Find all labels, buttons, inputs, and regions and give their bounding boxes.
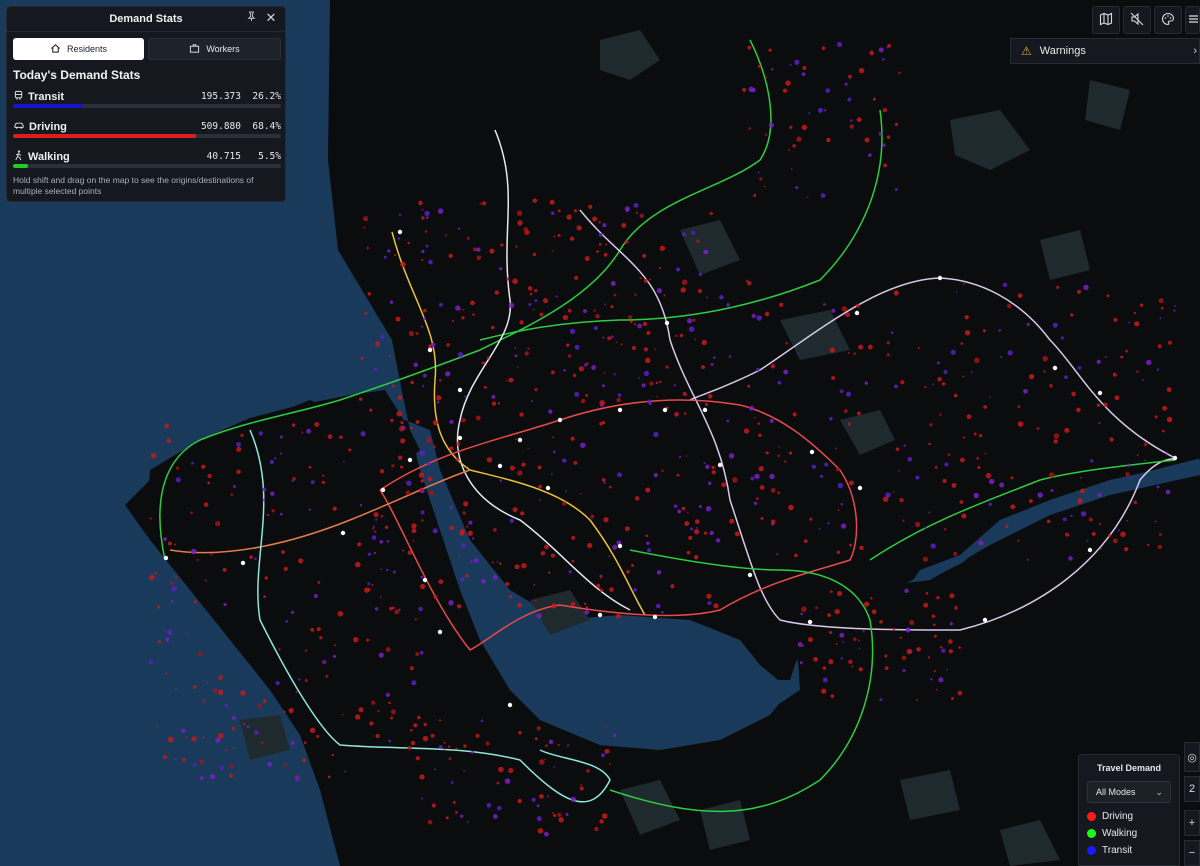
legend-label: Walking (1102, 828, 1138, 839)
stat-value: 40.715 (206, 151, 241, 162)
mute-icon (1130, 12, 1144, 29)
section-title: Today's Demand Stats (13, 68, 141, 82)
stat-label: Walking (28, 151, 70, 163)
map-icon (1099, 12, 1113, 29)
legend-label: Transit (1102, 845, 1133, 856)
travel-demand-legend: Travel Demand All Modes ⌄ Driving Walkin… (1078, 754, 1180, 866)
legend-item-driving: Driving (1087, 811, 1133, 822)
warning-icon: ⚠ (1021, 44, 1032, 58)
legend-dot (1087, 812, 1096, 821)
progress-fill (13, 134, 197, 138)
tab-workers[interactable]: Workers (148, 38, 281, 60)
car-icon (13, 120, 25, 134)
stat-value: 195.373 (200, 91, 241, 102)
target-icon: ◎ (1187, 751, 1197, 764)
panel-header: Demand Stats ✕ (7, 7, 285, 32)
zoom-in-button[interactable]: + (1184, 810, 1200, 836)
legend-dot (1087, 846, 1096, 855)
chevron-down-icon: ⌄ (1155, 787, 1163, 797)
briefcase-icon (189, 43, 200, 56)
warnings-label: Warnings (1039, 45, 1086, 57)
warnings-button[interactable]: ⚠ Warnings › (1010, 38, 1200, 64)
mode-select-value: All Modes (1096, 787, 1136, 797)
stat-percent: 5.5% (258, 151, 281, 162)
legend-item-walking: Walking (1087, 828, 1137, 839)
legend-item-transit: Transit (1087, 845, 1132, 856)
train-icon (13, 90, 24, 104)
minus-icon: − (1188, 847, 1196, 859)
stat-label: Transit (28, 91, 65, 103)
mute-button[interactable] (1123, 6, 1151, 34)
location-button[interactable]: ◎ (1184, 742, 1200, 772)
tab-workers-label: Workers (206, 44, 240, 54)
close-icon[interactable]: ✕ (263, 10, 279, 26)
map-layers-button[interactable] (1092, 6, 1120, 34)
progress-fill (13, 104, 84, 108)
plus-icon: + (1188, 817, 1196, 829)
stat-percent: 68.4% (252, 121, 281, 132)
menu-icon (1188, 13, 1198, 28)
zoom-level-label: 2 (1188, 783, 1196, 795)
zoom-out-button[interactable]: − (1184, 840, 1200, 866)
tab-residents-label: Residents (66, 44, 108, 54)
progress-bar (13, 104, 281, 108)
demand-stats-panel: Demand Stats ✕ Residents Workers Today's… (6, 6, 286, 202)
progress-fill (13, 164, 28, 168)
progress-bar (13, 164, 281, 168)
menu-button[interactable] (1185, 6, 1200, 34)
walking-icon (13, 150, 24, 164)
hint-text: Hold shift and drag on the map to see th… (13, 175, 254, 196)
chevron-right-icon: › (1193, 45, 1197, 57)
palette-button[interactable] (1154, 6, 1182, 34)
resident-worker-toggle: Residents Workers (13, 38, 281, 60)
home-icon (50, 43, 61, 56)
mode-select[interactable]: All Modes ⌄ (1087, 781, 1171, 803)
legend-dot (1087, 829, 1096, 838)
legend-title: Travel Demand (1096, 763, 1162, 773)
palette-icon (1161, 12, 1175, 29)
legend-label: Driving (1102, 811, 1134, 822)
stat-value: 509.880 (200, 121, 241, 132)
zoom-level-readout: 2 (1184, 776, 1200, 802)
progress-bar (13, 134, 281, 138)
pin-icon[interactable] (243, 10, 259, 26)
stat-label: Driving (29, 121, 67, 133)
tab-residents[interactable]: Residents (13, 38, 144, 60)
stat-percent: 26.2% (252, 91, 281, 102)
